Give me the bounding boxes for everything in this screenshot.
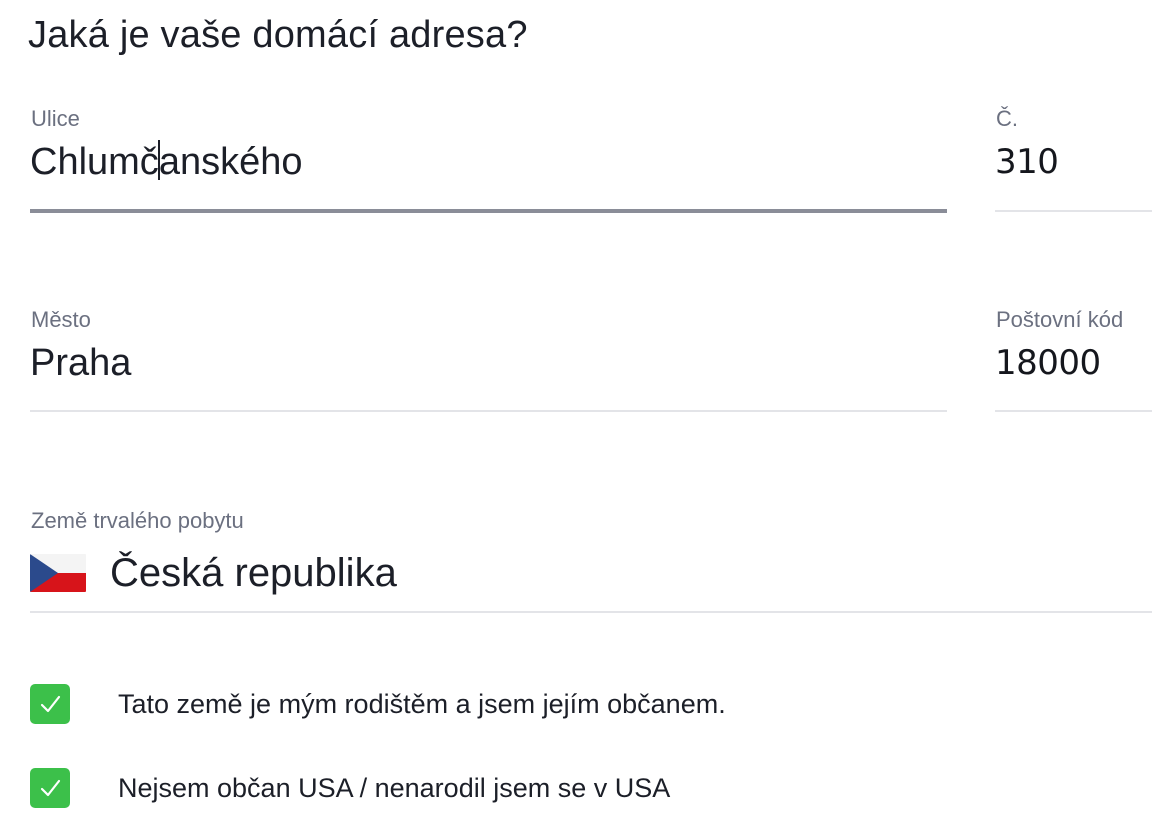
postal-code-underline	[995, 410, 1152, 412]
not-us-citizen-checkbox[interactable]	[30, 768, 70, 808]
house-number-underline	[995, 210, 1152, 212]
czech-flag-icon	[30, 554, 86, 592]
country-label: Země trvalého pobytu	[31, 508, 244, 533]
city-underline	[30, 410, 947, 412]
house-number-label: Č.	[996, 106, 1018, 131]
city-label: Město	[31, 307, 91, 332]
city-input[interactable]: Praha	[30, 339, 131, 387]
birth-country-citizen-label: Tato země je mým rodištěm a jsem jejím o…	[118, 689, 726, 719]
checkmark-icon	[40, 695, 61, 713]
postal-code-field[interactable]: Poštovní kód 18000	[995, 307, 1152, 417]
not-us-citizen-label: Nejsem občan USA / nenarodil jsem se v U…	[118, 773, 671, 803]
street-field[interactable]: Ulice Chlumčanského	[30, 106, 947, 216]
street-label: Ulice	[31, 106, 80, 131]
country-value: Česká republika	[110, 551, 397, 595]
street-underline	[30, 209, 947, 213]
checkmark-icon	[40, 779, 61, 797]
postal-code-label: Poštovní kód	[996, 307, 1124, 332]
birth-country-citizen-checkbox[interactable]	[30, 684, 70, 724]
not-us-citizen-row[interactable]: Nejsem občan USA / nenarodil jsem se v U…	[30, 768, 1030, 808]
country-underline	[30, 611, 1152, 613]
birth-country-citizen-row[interactable]: Tato země je mým rodištěm a jsem jejím o…	[30, 684, 1030, 724]
postal-code-input[interactable]: 18000	[995, 339, 1101, 387]
city-field[interactable]: Město Praha	[30, 307, 947, 417]
street-value-after-caret: anského	[158, 141, 303, 183]
country-select[interactable]: Česká republika	[30, 540, 1152, 614]
house-number-field[interactable]: Č. 310	[995, 106, 1152, 216]
street-value-before-caret: Chlumč	[30, 141, 159, 183]
page-title: Jaká je vaše domácí adresa?	[28, 14, 528, 56]
house-number-input[interactable]: 310	[995, 138, 1059, 186]
street-input[interactable]: Chlumčanského	[30, 138, 302, 186]
